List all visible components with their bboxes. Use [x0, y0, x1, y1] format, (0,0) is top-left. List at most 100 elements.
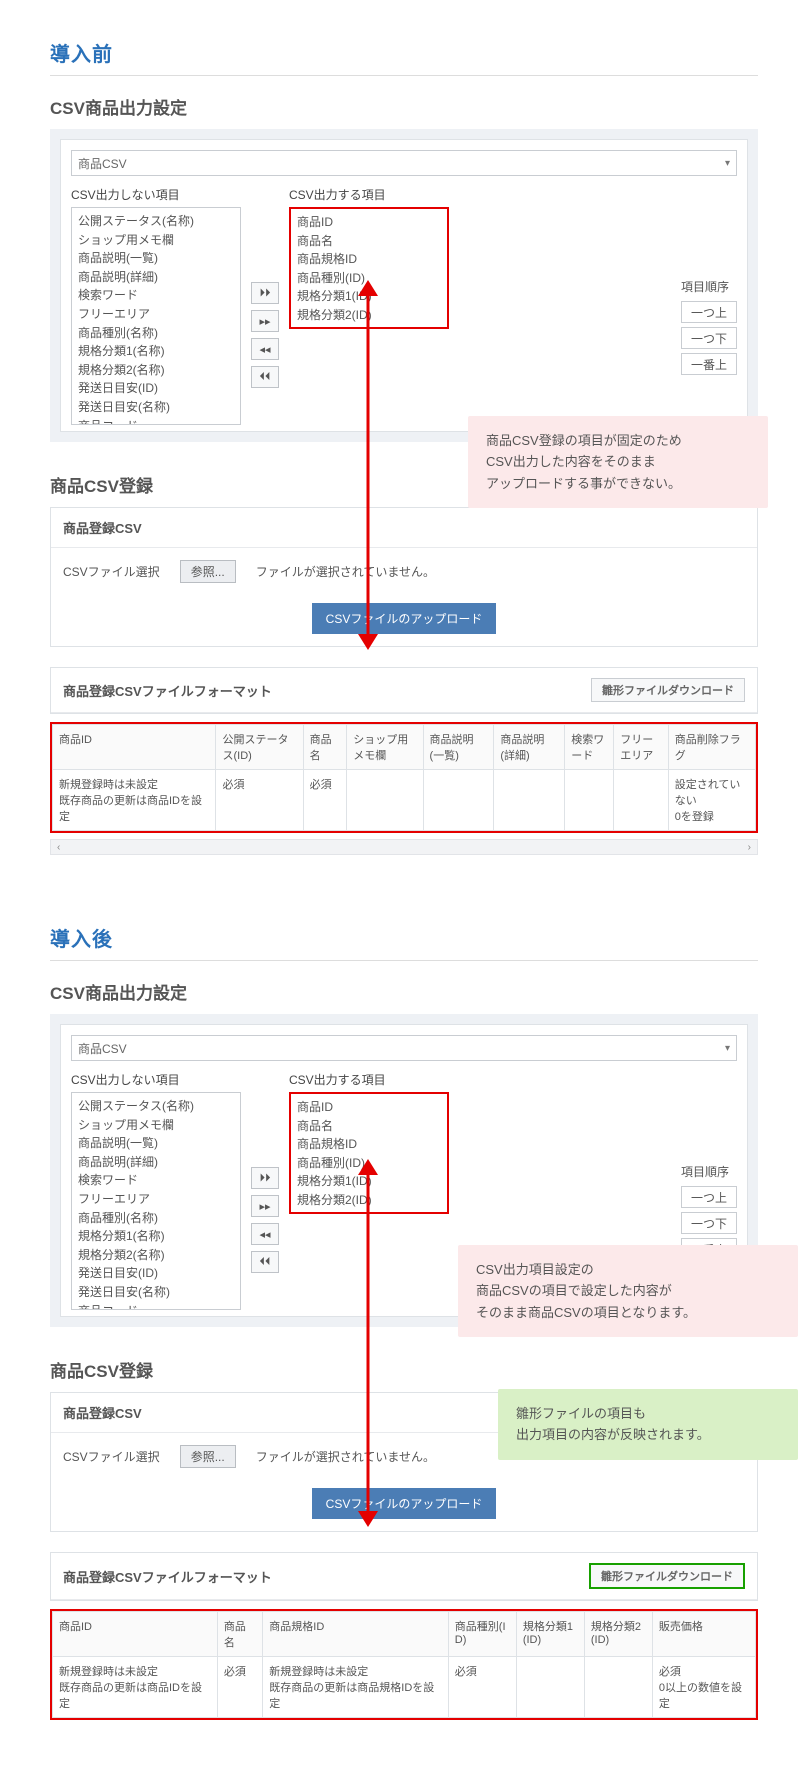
- excluded-listbox-after[interactable]: 公開ステータス(名称)ショップ用メモ欄商品説明(一覧)商品説明(詳細)検索ワード…: [71, 1092, 241, 1310]
- list-item[interactable]: 規格分類2(ID): [297, 306, 441, 325]
- list-item[interactable]: 発送日目安(ID): [78, 1264, 234, 1283]
- list-item[interactable]: ショップ用メモ欄: [78, 1116, 234, 1135]
- list-item[interactable]: 販売価格: [297, 325, 441, 329]
- table-cell: 新規登録時は未設定 既存商品の更新は商品IDを設定: [53, 770, 216, 831]
- right-column-after: CSV出力する項目 商品ID商品名商品規格ID商品種別(ID)規格分類1(ID)…: [289, 1071, 449, 1214]
- order-label: 項目順序: [681, 278, 737, 295]
- list-item[interactable]: 商品コード: [78, 417, 234, 425]
- table-header: フリーエリア: [614, 725, 668, 770]
- template-download-button[interactable]: 雛形ファイルダウンロード: [591, 678, 745, 702]
- table-cell: [423, 770, 494, 831]
- callout-before: 商品CSV登録の項目が固定のため CSV出力した内容をそのまま アップロードする…: [468, 416, 768, 508]
- card-header: 商品登録CSV: [51, 508, 757, 548]
- list-item[interactable]: 発送日目安(名称): [78, 1283, 234, 1302]
- order-down-button[interactable]: 一つ下: [681, 1212, 737, 1234]
- template-download-button[interactable]: 雛形ファイルダウンロード: [589, 1563, 745, 1589]
- file-label-after: CSVファイル選択: [63, 1448, 160, 1465]
- move-right-button[interactable]: ▸▸: [251, 310, 279, 332]
- list-item[interactable]: 規格分類1(名称): [78, 342, 234, 361]
- format-table-after: 商品ID商品名商品規格ID商品種別(ID)規格分類1(ID)規格分類2(ID)販…: [52, 1611, 756, 1718]
- move-all-left-button[interactable]: ⏴⏴: [251, 366, 279, 388]
- move-all-right-button[interactable]: ⏵⏵: [251, 1167, 279, 1189]
- left-column: CSV出力しない項目 公開ステータス(名称)ショップ用メモ欄商品説明(一覧)商品…: [71, 186, 241, 425]
- table-header: 商品規格ID: [263, 1612, 449, 1657]
- list-item[interactable]: 公開ステータス(名称): [78, 212, 234, 231]
- left-label: CSV出力しない項目: [71, 186, 241, 203]
- list-item[interactable]: 規格分類2(名称): [78, 1246, 234, 1265]
- field-picker: CSV出力しない項目 公開ステータス(名称)ショップ用メモ欄商品説明(一覧)商品…: [71, 186, 737, 425]
- order-down-button[interactable]: 一つ下: [681, 327, 737, 349]
- upload-button[interactable]: CSVファイルのアップロード: [312, 1488, 497, 1519]
- list-item[interactable]: 商品名: [297, 1117, 441, 1136]
- page-root: 導入前 CSV商品出力設定 商品CSV ▾ CSV出力しない項目 公開ステータス…: [0, 0, 798, 1780]
- list-item[interactable]: 発送日目安(ID): [78, 379, 234, 398]
- csv-type-select[interactable]: 商品CSV ▾: [71, 150, 737, 176]
- included-listbox[interactable]: 商品ID商品名商品規格ID商品種別(ID)規格分類1(ID)規格分類2(ID)販…: [289, 207, 449, 329]
- list-item[interactable]: 商品種別(名称): [78, 1209, 234, 1228]
- list-item[interactable]: 規格分類2(ID): [297, 1191, 441, 1210]
- list-item[interactable]: 検索ワード: [78, 1171, 234, 1190]
- format-header: 商品登録CSVファイルフォーマット 雛形ファイルダウンロード: [51, 668, 757, 713]
- format-header-after: 商品登録CSVファイルフォーマット 雛形ファイルダウンロード: [51, 1553, 757, 1600]
- table-cell: 必須: [448, 1657, 516, 1718]
- browse-button[interactable]: 参照...: [180, 1445, 236, 1468]
- no-file-text-after: ファイルが選択されていません。: [256, 1448, 435, 1465]
- upload-button[interactable]: CSVファイルのアップロード: [312, 603, 497, 634]
- list-item[interactable]: 規格分類2(名称): [78, 361, 234, 380]
- list-item[interactable]: 商品説明(一覧): [78, 1134, 234, 1153]
- list-item[interactable]: 規格分類1(ID): [297, 287, 441, 306]
- list-item[interactable]: 商品コード: [78, 1302, 234, 1310]
- list-item[interactable]: 販売価格: [297, 1210, 441, 1214]
- excluded-listbox[interactable]: 公開ステータス(名称)ショップ用メモ欄商品説明(一覧)商品説明(詳細)検索ワード…: [71, 207, 241, 425]
- chevron-down-icon: ▾: [725, 1043, 730, 1054]
- list-item[interactable]: 発送日目安(名称): [78, 398, 234, 417]
- order-label-after: 項目順序: [681, 1163, 737, 1180]
- list-item[interactable]: 商品説明(詳細): [78, 1153, 234, 1172]
- browse-button[interactable]: 参照...: [180, 560, 236, 583]
- reg-card-title-after: 商品登録CSV: [63, 1403, 142, 1422]
- list-item[interactable]: 商品種別(名称): [78, 324, 234, 343]
- list-item[interactable]: 商品ID: [297, 213, 441, 232]
- format-card-after: 商品登録CSVファイルフォーマット 雛形ファイルダウンロード: [50, 1552, 758, 1601]
- table-header: 商品種別(ID): [448, 1612, 516, 1657]
- list-item[interactable]: 商品名: [297, 232, 441, 251]
- list-item[interactable]: フリーエリア: [78, 1190, 234, 1209]
- callout-after-green: 雛形ファイルの項目も 出力項目の内容が反映されます。: [498, 1389, 798, 1460]
- order-up-button[interactable]: 一つ上: [681, 1186, 737, 1208]
- move-right-button[interactable]: ▸▸: [251, 1195, 279, 1217]
- move-left-button[interactable]: ◂◂: [251, 338, 279, 360]
- list-item[interactable]: 規格分類1(名称): [78, 1227, 234, 1246]
- list-item[interactable]: 商品種別(ID): [297, 269, 441, 288]
- list-item[interactable]: 公開ステータス(名称): [78, 1097, 234, 1116]
- file-label: CSVファイル選択: [63, 563, 160, 580]
- before-section: 導入前 CSV商品出力設定 商品CSV ▾ CSV出力しない項目 公開ステータス…: [50, 38, 758, 855]
- list-item[interactable]: フリーエリア: [78, 305, 234, 324]
- list-item[interactable]: 商品規格ID: [297, 250, 441, 269]
- included-listbox-after[interactable]: 商品ID商品名商品規格ID商品種別(ID)規格分類1(ID)規格分類2(ID)販…: [289, 1092, 449, 1214]
- csv-type-select-after[interactable]: 商品CSV ▾: [71, 1035, 737, 1061]
- list-item[interactable]: 商品規格ID: [297, 1135, 441, 1154]
- table-header: 販売価格: [652, 1612, 755, 1657]
- left-column-after: CSV出力しない項目 公開ステータス(名称)ショップ用メモ欄商品説明(一覧)商品…: [71, 1071, 241, 1310]
- list-item[interactable]: 規格分類1(ID): [297, 1172, 441, 1191]
- move-all-left-button[interactable]: ⏴⏴: [251, 1251, 279, 1273]
- move-all-right-button[interactable]: ⏵⏵: [251, 282, 279, 304]
- order-top-button[interactable]: 一番上: [681, 353, 737, 375]
- list-item[interactable]: 商品説明(一覧): [78, 249, 234, 268]
- order-up-button[interactable]: 一つ上: [681, 301, 737, 323]
- divider: [50, 960, 758, 961]
- list-item[interactable]: 商品種別(ID): [297, 1154, 441, 1173]
- horizontal-scrollbar[interactable]: ‹ ›: [50, 839, 758, 855]
- table-cell: 新規登録時は未設定 既存商品の更新は商品IDを設定: [53, 1657, 218, 1718]
- no-file-text: ファイルが選択されていません。: [256, 563, 435, 580]
- table-cell: 必須 0以上の数値を設定: [652, 1657, 755, 1718]
- list-item[interactable]: 商品説明(詳細): [78, 268, 234, 287]
- move-left-button[interactable]: ◂◂: [251, 1223, 279, 1245]
- table-header: 規格分類1(ID): [516, 1612, 584, 1657]
- right-column: CSV出力する項目 商品ID商品名商品規格ID商品種別(ID)規格分類1(ID)…: [289, 186, 449, 329]
- file-row: CSVファイル選択 参照... ファイルが選択されていません。: [63, 560, 745, 583]
- list-item[interactable]: ショップ用メモ欄: [78, 231, 234, 250]
- list-item[interactable]: 商品ID: [297, 1098, 441, 1117]
- list-item[interactable]: 検索ワード: [78, 286, 234, 305]
- table-header: 商品説明(詳細): [494, 725, 565, 770]
